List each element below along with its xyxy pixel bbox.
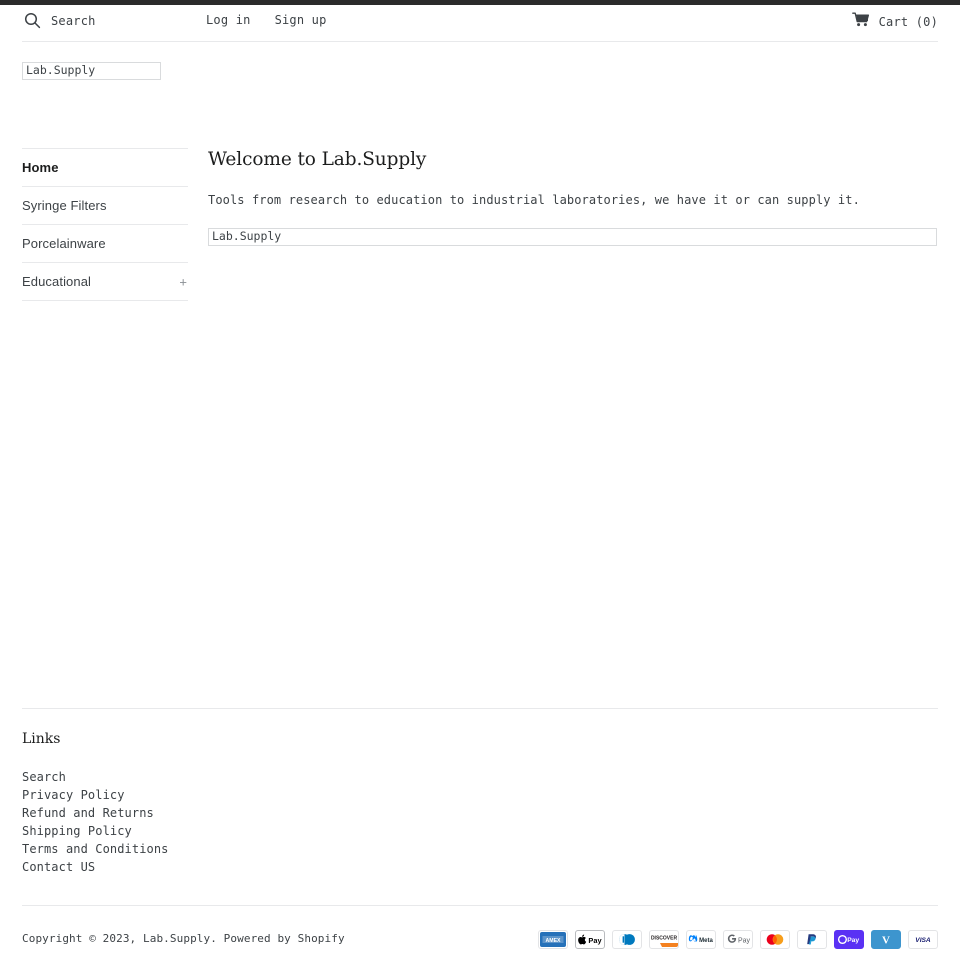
venmo-icon: V [871,930,901,949]
footer-link-shipping-policy[interactable]: Shipping Policy [22,824,132,838]
sidebar-item-educational[interactable]: Educational + [22,263,188,300]
svg-text:AMEX: AMEX [546,938,562,944]
page-title: Welcome to Lab.Supply [208,149,427,170]
intro-paragraph: Tools from research to education to indu… [208,193,860,207]
svg-text:V: V [882,935,890,947]
site-logo-text: Lab.Supply [26,63,96,78]
svg-text:DISCOVER: DISCOVER [651,936,678,942]
discover-icon: DISCOVER [649,930,679,949]
list-item: Refund and Returns [22,802,169,820]
visa-icon: VISA [908,930,938,949]
footer-link-search[interactable]: Search [22,770,66,784]
utility-header: Search Log in Sign up Cart (0) [0,5,960,41]
content-text-box-value: Lab.Supply [212,229,282,244]
cart-link[interactable]: Cart (0) [851,12,938,31]
auth-links: Log in Sign up [206,13,327,27]
footer-bottom-divider [22,905,938,906]
header-divider [22,41,938,42]
list-item: Shipping Policy [22,820,169,838]
mastercard-icon [760,930,790,949]
shop-pay-icon: Pay [834,930,864,949]
google-pay-icon: Pay [723,930,753,949]
list-item: Search [22,766,169,784]
footer-links-list: Search Privacy Policy Refund and Returns… [22,766,169,874]
footer-top-divider [22,708,938,709]
shopping-cart-icon [851,12,870,31]
sidebar-item-label: Porcelainware [22,236,106,251]
list-item: Privacy Policy [22,784,169,802]
expand-plus-icon[interactable]: + [179,275,187,288]
search-trigger[interactable]: Search [24,12,96,29]
american-express-icon: AMEX [538,930,568,949]
sidebar-item-label: Syringe Filters [22,198,107,213]
footer-link-privacy-policy[interactable]: Privacy Policy [22,788,125,802]
site-logo[interactable]: Lab.Supply [22,62,161,80]
content-text-box[interactable]: Lab.Supply [208,228,937,246]
payment-methods: AMEX Pay DISCOVER Meta Pay Pay V VISA [538,930,938,949]
svg-text:Pay: Pay [847,937,859,944]
sidebar-divider [22,300,188,301]
apple-pay-icon: Pay [575,930,605,949]
paypal-icon [797,930,827,949]
login-link[interactable]: Log in [206,13,251,27]
cart-label: Cart (0) [878,14,938,29]
main-content: Welcome to Lab.Supply Tools from researc… [208,148,938,246]
signup-link[interactable]: Sign up [275,13,327,27]
list-item: Terms and Conditions [22,838,169,856]
footer-link-refund-and-returns[interactable]: Refund and Returns [22,806,154,820]
sidebar-item-label: Educational [22,274,92,289]
svg-text:VISA: VISA [915,937,931,944]
meta-pay-icon: Meta [686,930,716,949]
footer-link-contact-us[interactable]: Contact US [22,860,95,874]
diners-club-icon [612,930,642,949]
sidebar-item-syringe-filters[interactable]: Syringe Filters [22,187,188,224]
copyright-text: Copyright © 2023, Lab.Supply. Powered by… [22,932,345,945]
sidebar-item-home[interactable]: Home [22,149,188,186]
list-item: Contact US [22,856,169,874]
footer-heading: Links [22,731,61,747]
svg-text:Meta: Meta [699,938,713,944]
svg-text:Pay: Pay [588,936,602,945]
search-label: Search [51,13,96,28]
sidebar-item-porcelainware[interactable]: Porcelainware [22,225,188,262]
svg-text:Pay: Pay [738,938,751,945]
search-icon [24,12,41,29]
footer-link-terms-and-conditions[interactable]: Terms and Conditions [22,842,169,856]
sidebar-nav: Home Syringe Filters Porcelainware Educa… [22,148,188,301]
sidebar-item-label: Home [22,160,59,175]
